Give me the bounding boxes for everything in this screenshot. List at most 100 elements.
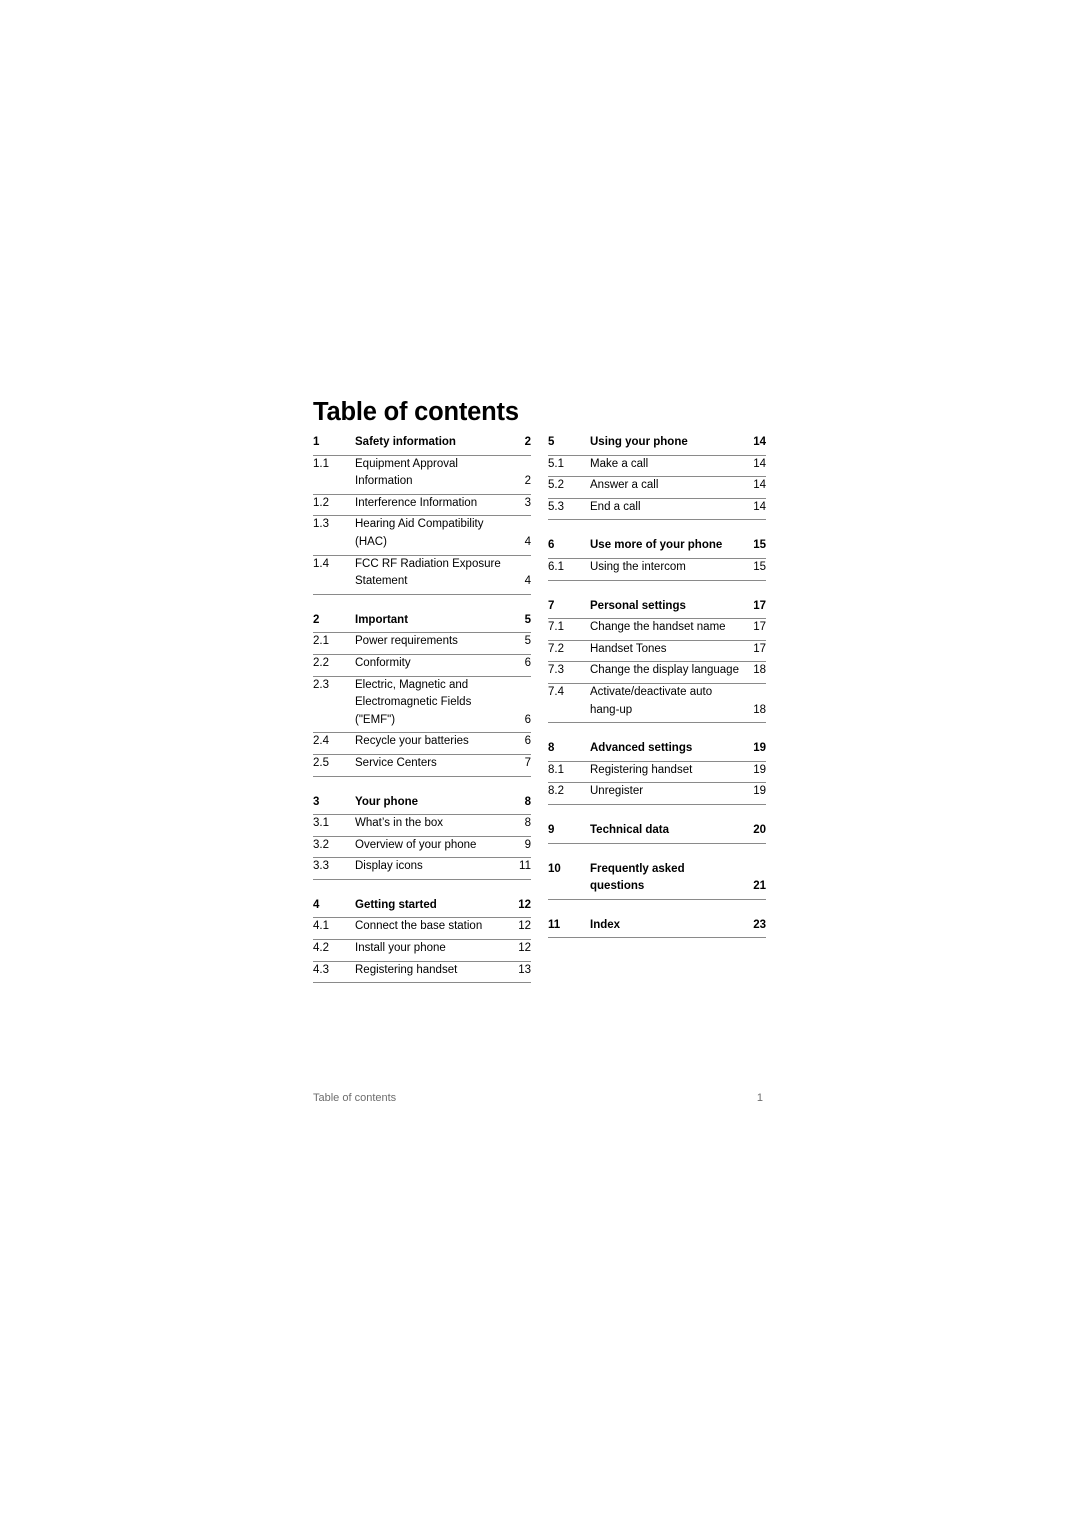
toc-subsection-entry[interactable]: 2.5 Service Centers 7	[313, 755, 531, 777]
toc-subsection-entry[interactable]: 2.4 Recycle your batteries 6	[313, 733, 531, 755]
toc-section-entry[interactable]: 2 Important 5	[313, 612, 531, 634]
toc-entry-label-line: hang-up	[590, 703, 633, 716]
toc-subsection-entry[interactable]: 7.3 Change the display language 18	[548, 662, 766, 684]
toc-section-entry[interactable]: 5 Using your phone 14	[548, 434, 766, 456]
toc-subsection-entry[interactable]: 3.3 Display icons 11	[313, 858, 531, 880]
toc-section-entry[interactable]: 3 Your phone 8	[313, 794, 531, 816]
toc-subsection-entry[interactable]: 7.4 Activate/deactivate auto hang-up 18	[548, 684, 766, 724]
toc-entry-label-line: Electric, Magnetic and	[355, 678, 469, 691]
toc-entry-row: 4 Getting started 12	[313, 897, 531, 915]
toc-entry-label: Power requirements	[355, 633, 517, 651]
toc-entry-page-number: 5	[524, 635, 531, 648]
toc-entry-row: 5 Using your phone 14	[548, 434, 766, 452]
toc-subsection-entry[interactable]: 1.1 Equipment Approval Information 2	[313, 456, 531, 495]
toc-entry-page-number: 19	[753, 763, 766, 776]
toc-entry-row: 4.2 Install your phone 12	[313, 940, 531, 958]
toc-entry-label: Registering handset	[355, 962, 517, 980]
toc-entry-page-number: 6	[524, 656, 531, 669]
toc-entry-number: 5.1	[548, 457, 564, 470]
toc-entry-label-line: Hearing Aid Compatibility	[355, 518, 484, 531]
toc-entry-page-number: 18	[753, 664, 766, 677]
toc-section-entry[interactable]: 8 Advanced settings 19	[548, 740, 766, 762]
toc-subsection-entry[interactable]: 1.4 FCC RF Radiation Exposure Statement 4	[313, 556, 531, 595]
toc-entry-row: 1.1 Equipment Approval Information 2	[313, 456, 531, 491]
toc-entry-page-number: 4	[524, 575, 531, 588]
toc-subsection-entry[interactable]: 6.1 Using the intercom 15	[548, 559, 766, 581]
toc-entry-number: 8.1	[548, 763, 564, 776]
toc-subsection-entry[interactable]: 7.1 Change the handset name 17	[548, 619, 766, 641]
toc-subsection-entry[interactable]: 2.3 Electric, Magnetic and Electromagnetic…	[313, 677, 531, 734]
toc-entry-label-line: Connect the base station	[355, 920, 483, 933]
toc-entry-row: 3.1 What’s in the box 8	[313, 815, 531, 833]
toc-entry-page-number: 4	[524, 535, 531, 548]
toc-entry-label: Answer a call	[590, 477, 752, 495]
toc-subsection-entry[interactable]: 1.3 Hearing Aid Compatibility (HAC) 4	[313, 516, 531, 556]
toc-entry-label: End a call	[590, 499, 752, 517]
toc-subsection-entry[interactable]: 3.1 What’s in the box 8	[313, 815, 531, 837]
toc-entry-label-line: Change the handset name	[590, 621, 726, 634]
toc-entry-label-line: (HAC)	[355, 535, 387, 548]
toc-entry-row: 4.3 Registering handset 13	[313, 962, 531, 980]
toc-subsection-entry[interactable]: 8.1 Registering handset 19	[548, 762, 766, 784]
toc-section-entry[interactable]: 4 Getting started 12	[313, 897, 531, 919]
toc-entry-label-line: Display icons	[355, 860, 423, 873]
toc-entry-row: 1.4 FCC RF Radiation Exposure Statement 4	[313, 556, 531, 591]
toc-section-entry[interactable]: 1 Safety information 2	[313, 434, 531, 456]
toc-entry-page-number: 13	[518, 963, 531, 976]
toc-entry-page-number: 6	[524, 735, 531, 748]
toc-entry-number: 1.3	[313, 518, 329, 531]
toc-subsection-entry[interactable]: 1.2 Interference Information 3	[313, 495, 531, 517]
toc-section-entry[interactable]: 9 Technical data 20	[548, 822, 766, 844]
toc-entry-label: Safety information	[355, 434, 517, 452]
toc-section-entry[interactable]: 7 Personal settings 17	[548, 598, 766, 620]
toc-entry-row: 1 Safety information 2	[313, 434, 531, 452]
toc-entry-label-line: Electromagnetic Fields ("EMF")	[355, 696, 472, 726]
toc-entry-label-line: Your phone	[355, 795, 419, 808]
toc-entry-page-number: 21	[753, 880, 766, 893]
toc-section-entry[interactable]: 10 Frequently asked questions 21	[548, 861, 766, 900]
toc-entry-row: 8 Advanced settings 19	[548, 740, 766, 758]
toc-subsection-entry[interactable]: 4.3 Registering handset 13	[313, 962, 531, 984]
toc-subsection-entry[interactable]: 2.2 Conformity 6	[313, 655, 531, 677]
toc-entry-page-number: 2	[524, 436, 531, 448]
toc-entry-label-line: Safety information	[355, 436, 456, 448]
toc-entry-number: 6	[548, 539, 555, 552]
toc-subsection-entry[interactable]: 5.1 Make a call 14	[548, 456, 766, 478]
toc-entry-label: Using the intercom	[590, 559, 752, 577]
toc-subsection-entry[interactable]: 5.3 End a call 14	[548, 499, 766, 521]
toc-entry-label-line: What’s in the box	[355, 817, 444, 830]
toc-subsection-entry[interactable]: 8.2 Unregister 19	[548, 783, 766, 805]
toc-entry-label-line: Frequently asked	[590, 862, 685, 875]
toc-entry-number: 4.1	[313, 920, 329, 933]
toc-subsection-entry[interactable]: 2.1 Power requirements 5	[313, 633, 531, 655]
toc-entry-label-line: Change the display language	[590, 664, 739, 677]
toc-entry-label: Advanced settings	[590, 740, 752, 758]
toc-entry-label-line: Index	[590, 918, 621, 931]
toc-entry-number: 2.5	[313, 756, 329, 769]
toc-section-entry[interactable]: 6 Use more of your phone 15	[548, 537, 766, 559]
toc-entry-row: 5.2 Answer a call 14	[548, 477, 766, 495]
toc-subsection-entry[interactable]: 7.2 Handset Tones 17	[548, 641, 766, 663]
toc-entry-number: 1.4	[313, 557, 329, 570]
toc-entry-page-number: 20	[753, 823, 766, 836]
toc-entry-page-number: 19	[753, 785, 766, 798]
toc-entry-label-line: Statement	[355, 575, 408, 588]
toc-entry-label-line: Advanced settings	[590, 742, 693, 755]
toc-entry-page-number: 14	[753, 457, 766, 470]
toc-entry-label-line: Overview of your phone	[355, 838, 477, 851]
toc-entry-label: Using your phone	[590, 434, 752, 452]
toc-section-entry[interactable]: 11 Index 23	[548, 917, 766, 939]
toc-entry-number: 10	[548, 862, 561, 875]
toc-entry-label-line: Answer a call	[590, 479, 659, 492]
toc-subsection-entry[interactable]: 4.1 Connect the base station 12	[313, 918, 531, 941]
toc-entry-row: 3.2 Overview of your phone 9	[313, 837, 531, 855]
toc-subsection-entry[interactable]: 3.2 Overview of your phone 9	[313, 837, 531, 859]
toc-entry-label-line: Using your phone	[590, 436, 688, 448]
toc-entry-page-number: 14	[753, 479, 766, 492]
toc-subsection-entry[interactable]: 5.2 Answer a call 14	[548, 477, 766, 499]
toc-entry-page-number: 17	[753, 621, 766, 634]
toc-entry-page-number: 3	[524, 496, 531, 509]
toc-entry-label-line: Make a call	[590, 457, 649, 470]
toc-entry-row: 7.3 Change the display language 18	[548, 662, 766, 680]
toc-subsection-entry[interactable]: 4.2 Install your phone 12	[313, 940, 531, 962]
